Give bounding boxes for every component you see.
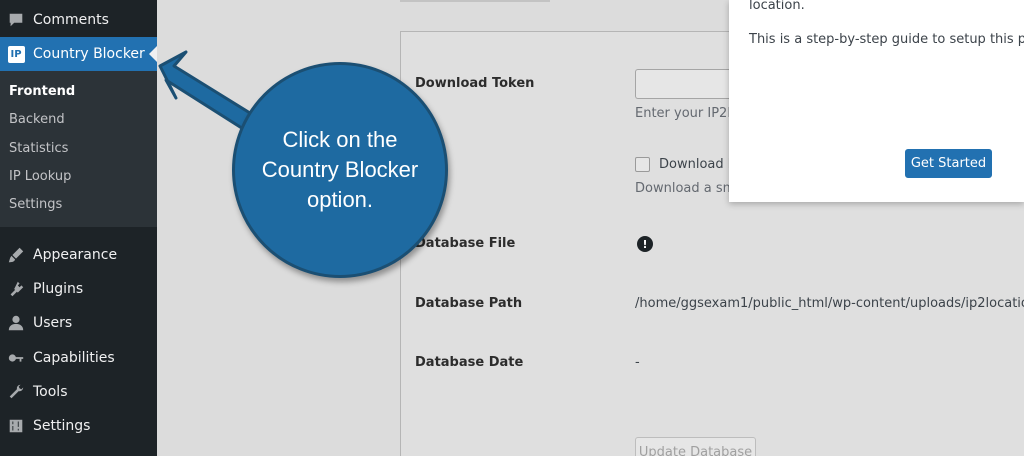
sidebar-item-comments[interactable]: Comments bbox=[0, 3, 157, 37]
sidebar-item-label: Appearance bbox=[33, 247, 118, 263]
sidebar-item-settings[interactable]: Settings bbox=[0, 409, 157, 443]
update-database-button[interactable]: Update Database bbox=[635, 437, 756, 456]
callout-bubble: Click on the Country Blocker option. bbox=[232, 62, 448, 278]
warning-icon: ! bbox=[637, 236, 653, 252]
submenu-item-ip-lookup[interactable]: IP Lookup bbox=[9, 169, 71, 184]
comment-icon bbox=[7, 11, 25, 29]
key-icon bbox=[7, 349, 25, 367]
sidebar-item-label: Comments bbox=[33, 12, 109, 28]
submenu-item-backend[interactable]: Backend bbox=[9, 112, 65, 127]
download-checkbox-label: Download l bbox=[659, 157, 732, 172]
sidebar-item-tools[interactable]: Tools bbox=[0, 375, 157, 409]
sidebar-item-label: Plugins bbox=[33, 281, 84, 297]
country-blocker-submenu: Frontend Backend Statistics IP Lookup Se… bbox=[0, 71, 157, 227]
modal-description: This is a step-by-step guide to setup th… bbox=[749, 32, 1024, 47]
admin-sidebar: Comments IP Country Blocker Frontend Bac… bbox=[0, 0, 157, 456]
modal-text: location. bbox=[749, 0, 805, 13]
sidebar-item-plugins[interactable]: Plugins bbox=[0, 272, 157, 306]
sidebar-item-label: Tools bbox=[33, 384, 68, 400]
submenu-item-frontend[interactable]: Frontend bbox=[9, 84, 75, 99]
setup-guide-modal: location. This is a step-by-step guide t… bbox=[729, 0, 1024, 202]
settings-sliders-icon bbox=[7, 417, 25, 435]
sidebar-item-capabilities[interactable]: Capabilities bbox=[0, 341, 157, 375]
sidebar-item-country-blocker[interactable]: IP Country Blocker bbox=[0, 37, 157, 71]
sidebar-item-label: Capabilities bbox=[33, 350, 115, 366]
active-indicator bbox=[149, 46, 157, 62]
database-date-value: - bbox=[635, 355, 640, 370]
sidebar-item-appearance[interactable]: Appearance bbox=[0, 238, 157, 272]
user-icon bbox=[7, 314, 25, 332]
ip-icon: IP bbox=[7, 45, 25, 63]
submenu-item-settings[interactable]: Settings bbox=[9, 197, 62, 212]
download-token-label: Download Token bbox=[415, 76, 535, 91]
sidebar-item-label: Settings bbox=[33, 418, 91, 434]
wrench-icon bbox=[7, 383, 25, 401]
sidebar-item-label: Country Blocker bbox=[33, 46, 145, 62]
divider bbox=[400, 0, 550, 2]
sidebar-item-users[interactable]: Users bbox=[0, 306, 157, 340]
submenu-item-statistics[interactable]: Statistics bbox=[9, 141, 68, 156]
get-started-button[interactable]: Get Started bbox=[905, 149, 992, 178]
database-date-label: Database Date bbox=[415, 355, 524, 370]
database-file-label: Database File bbox=[415, 236, 516, 251]
brush-icon bbox=[7, 246, 25, 264]
callout-text: Click on the Country Blocker option. bbox=[261, 127, 419, 212]
database-path-value: /home/ggsexam1/public_html/wp-content/up… bbox=[635, 296, 1024, 311]
download-hint: Download a sm bbox=[635, 181, 736, 196]
database-path-label: Database Path bbox=[415, 296, 523, 311]
sidebar-item-label: Users bbox=[33, 315, 73, 331]
download-token-hint: Enter your IP2L bbox=[635, 106, 735, 121]
download-checkbox[interactable] bbox=[635, 157, 650, 172]
plugin-icon bbox=[7, 280, 25, 298]
